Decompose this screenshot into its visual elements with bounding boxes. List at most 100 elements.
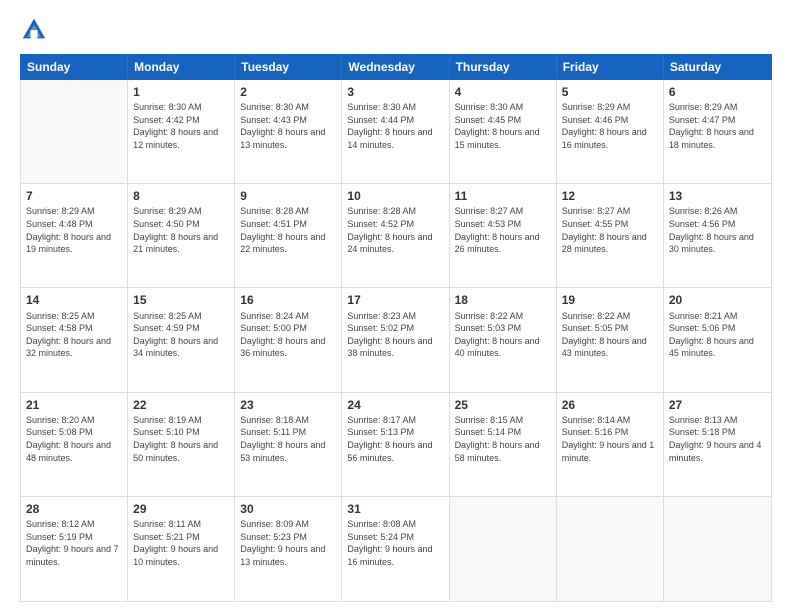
cell-detail: Sunrise: 8:11 AMSunset: 5:21 PMDaylight:… [133, 518, 229, 568]
cal-cell: 21Sunrise: 8:20 AMSunset: 5:08 PMDayligh… [21, 393, 128, 496]
page: SundayMondayTuesdayWednesdayThursdayFrid… [0, 0, 792, 612]
header-day-saturday: Saturday [664, 55, 771, 79]
day-number: 23 [240, 397, 336, 413]
cal-cell: 4Sunrise: 8:30 AMSunset: 4:45 PMDaylight… [450, 80, 557, 183]
cal-cell: 3Sunrise: 8:30 AMSunset: 4:44 PMDaylight… [342, 80, 449, 183]
day-number: 27 [669, 397, 766, 413]
cell-detail: Sunrise: 8:09 AMSunset: 5:23 PMDaylight:… [240, 518, 336, 568]
cal-cell: 24Sunrise: 8:17 AMSunset: 5:13 PMDayligh… [342, 393, 449, 496]
day-number: 2 [240, 84, 336, 100]
cal-cell: 12Sunrise: 8:27 AMSunset: 4:55 PMDayligh… [557, 184, 664, 287]
day-number: 22 [133, 397, 229, 413]
week-4: 21Sunrise: 8:20 AMSunset: 5:08 PMDayligh… [21, 393, 771, 497]
cal-cell: 15Sunrise: 8:25 AMSunset: 4:59 PMDayligh… [128, 288, 235, 391]
calendar-body: 1Sunrise: 8:30 AMSunset: 4:42 PMDaylight… [20, 80, 772, 602]
header-day-tuesday: Tuesday [235, 55, 342, 79]
day-number: 18 [455, 292, 551, 308]
cal-cell: 17Sunrise: 8:23 AMSunset: 5:02 PMDayligh… [342, 288, 449, 391]
cell-detail: Sunrise: 8:29 AMSunset: 4:50 PMDaylight:… [133, 205, 229, 255]
cell-detail: Sunrise: 8:23 AMSunset: 5:02 PMDaylight:… [347, 310, 443, 360]
calendar: SundayMondayTuesdayWednesdayThursdayFrid… [20, 54, 772, 602]
cell-detail: Sunrise: 8:30 AMSunset: 4:42 PMDaylight:… [133, 101, 229, 151]
cell-detail: Sunrise: 8:19 AMSunset: 5:10 PMDaylight:… [133, 414, 229, 464]
day-number: 12 [562, 188, 658, 204]
week-2: 7Sunrise: 8:29 AMSunset: 4:48 PMDaylight… [21, 184, 771, 288]
day-number: 14 [26, 292, 122, 308]
cell-detail: Sunrise: 8:27 AMSunset: 4:55 PMDaylight:… [562, 205, 658, 255]
day-number: 3 [347, 84, 443, 100]
cell-detail: Sunrise: 8:08 AMSunset: 5:24 PMDaylight:… [347, 518, 443, 568]
cal-cell: 19 Sunrise: 8:22 AMSunset: 5:05 PMDayligh… [557, 288, 664, 391]
cell-detail: Sunrise: 8:15 AMSunset: 5:14 PMDaylight:… [455, 414, 551, 464]
cell-detail: Sunrise: 8:29 AMSunset: 4:46 PMDaylight:… [562, 101, 658, 151]
day-number: 16 [240, 292, 336, 308]
cell-detail: Sunrise: 8:29 AMSunset: 4:47 PMDaylight:… [669, 101, 766, 151]
cell-detail: Sunrise: 8:22 AMSunset: 5:05 PMDaylight:… [562, 310, 658, 360]
header [20, 16, 772, 44]
cal-cell: 26Sunrise: 8:14 AMSunset: 5:16 PMDayligh… [557, 393, 664, 496]
day-number: 30 [240, 501, 336, 517]
cal-cell [450, 497, 557, 601]
day-number: 10 [347, 188, 443, 204]
cal-cell: 8Sunrise: 8:29 AMSunset: 4:50 PMDaylight… [128, 184, 235, 287]
cal-cell [21, 80, 128, 183]
cell-detail: Sunrise: 8:13 AMSunset: 5:18 PMDaylight:… [669, 414, 766, 464]
cell-detail: Sunrise: 8:27 AMSunset: 4:53 PMDaylight:… [455, 205, 551, 255]
cal-cell: 2Sunrise: 8:30 AMSunset: 4:43 PMDaylight… [235, 80, 342, 183]
day-number: 28 [26, 501, 122, 517]
day-number: 31 [347, 501, 443, 517]
cal-cell: 9Sunrise: 8:28 AMSunset: 4:51 PMDaylight… [235, 184, 342, 287]
cell-detail: Sunrise: 8:25 AMSunset: 4:59 PMDaylight:… [133, 310, 229, 360]
day-number: 7 [26, 188, 122, 204]
cell-detail: Sunrise: 8:30 AMSunset: 4:45 PMDaylight:… [455, 101, 551, 151]
week-5: 28Sunrise: 8:12 AMSunset: 5:19 PMDayligh… [21, 497, 771, 601]
header-day-wednesday: Wednesday [342, 55, 449, 79]
cal-cell: 30Sunrise: 8:09 AMSunset: 5:23 PMDayligh… [235, 497, 342, 601]
cell-detail: Sunrise: 8:21 AMSunset: 5:06 PMDaylight:… [669, 310, 766, 360]
cell-detail: Sunrise: 8:18 AMSunset: 5:11 PMDaylight:… [240, 414, 336, 464]
cal-cell: 27Sunrise: 8:13 AMSunset: 5:18 PMDayligh… [664, 393, 771, 496]
day-number: 26 [562, 397, 658, 413]
cell-detail: Sunrise: 8:26 AMSunset: 4:56 PMDaylight:… [669, 205, 766, 255]
cal-cell: 22Sunrise: 8:19 AMSunset: 5:10 PMDayligh… [128, 393, 235, 496]
day-number: 19 [562, 292, 658, 308]
day-number: 21 [26, 397, 122, 413]
cal-cell: 5Sunrise: 8:29 AMSunset: 4:46 PMDaylight… [557, 80, 664, 183]
cell-detail: Sunrise: 8:12 AMSunset: 5:19 PMDaylight:… [26, 518, 122, 568]
cal-cell: 25Sunrise: 8:15 AMSunset: 5:14 PMDayligh… [450, 393, 557, 496]
header-day-sunday: Sunday [21, 55, 128, 79]
cell-detail: Sunrise: 8:14 AMSunset: 5:16 PMDaylight:… [562, 414, 658, 464]
day-number: 1 [133, 84, 229, 100]
cal-cell: 1Sunrise: 8:30 AMSunset: 4:42 PMDaylight… [128, 80, 235, 183]
header-day-monday: Monday [128, 55, 235, 79]
cal-cell: 11Sunrise: 8:27 AMSunset: 4:53 PMDayligh… [450, 184, 557, 287]
cal-cell: 14Sunrise: 8:25 AMSunset: 4:58 PMDayligh… [21, 288, 128, 391]
cell-detail: Sunrise: 8:20 AMSunset: 5:08 PMDaylight:… [26, 414, 122, 464]
cal-cell: 28Sunrise: 8:12 AMSunset: 5:19 PMDayligh… [21, 497, 128, 601]
header-day-thursday: Thursday [450, 55, 557, 79]
cal-cell [664, 497, 771, 601]
cal-cell: 23Sunrise: 8:18 AMSunset: 5:11 PMDayligh… [235, 393, 342, 496]
logo-icon [20, 16, 48, 44]
cal-cell [557, 497, 664, 601]
day-number: 9 [240, 188, 336, 204]
cell-detail: Sunrise: 8:28 AMSunset: 4:51 PMDaylight:… [240, 205, 336, 255]
week-1: 1Sunrise: 8:30 AMSunset: 4:42 PMDaylight… [21, 80, 771, 184]
week-3: 14Sunrise: 8:25 AMSunset: 4:58 PMDayligh… [21, 288, 771, 392]
day-number: 5 [562, 84, 658, 100]
cell-detail: Sunrise: 8:30 AMSunset: 4:43 PMDaylight:… [240, 101, 336, 151]
cell-detail: Sunrise: 8:17 AMSunset: 5:13 PMDaylight:… [347, 414, 443, 464]
cal-cell: 20 Sunrise: 8:21 AMSunset: 5:06 PMDayligh… [664, 288, 771, 391]
cal-cell: 13Sunrise: 8:26 AMSunset: 4:56 PMDayligh… [664, 184, 771, 287]
cal-cell: 7Sunrise: 8:29 AMSunset: 4:48 PMDaylight… [21, 184, 128, 287]
day-number: 20 [669, 292, 766, 308]
logo [20, 16, 52, 44]
cell-detail: Sunrise: 8:29 AMSunset: 4:48 PMDaylight:… [26, 205, 122, 255]
cal-cell: 29Sunrise: 8:11 AMSunset: 5:21 PMDayligh… [128, 497, 235, 601]
cal-cell: 16 Sunrise: 8:24 AMSunset: 5:00 PMDayligh… [235, 288, 342, 391]
cal-cell: 10Sunrise: 8:28 AMSunset: 4:52 PMDayligh… [342, 184, 449, 287]
cal-cell: 18Sunrise: 8:22 AMSunset: 5:03 PMDayligh… [450, 288, 557, 391]
cell-detail: Sunrise: 8:30 AMSunset: 4:44 PMDaylight:… [347, 101, 443, 151]
cell-detail: Sunrise: 8:24 AMSunset: 5:00 PMDaylight:… [240, 310, 336, 360]
day-number: 13 [669, 188, 766, 204]
